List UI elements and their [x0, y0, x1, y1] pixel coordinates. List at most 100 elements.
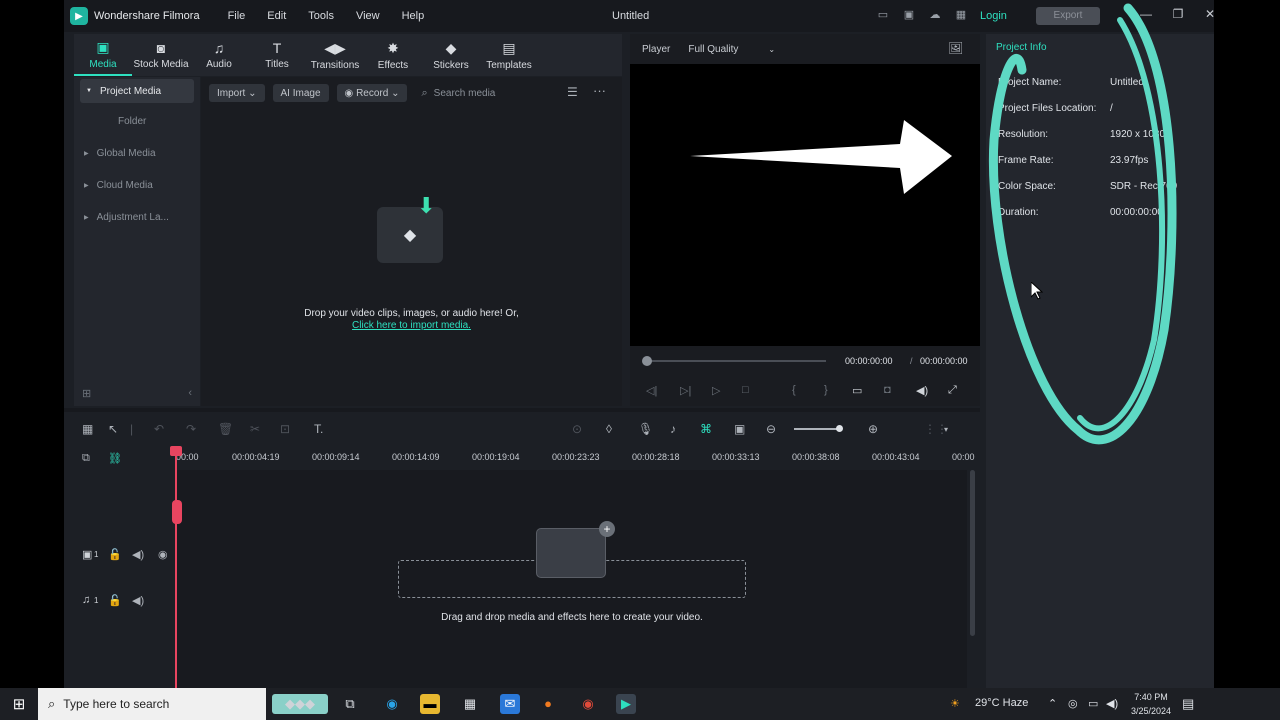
play-icon[interactable]: ▷ — [712, 384, 720, 397]
audio-mix-icon[interactable]: ♪ — [670, 422, 676, 436]
prev-frame-icon[interactable]: ◁| — [646, 384, 657, 397]
tab-audio[interactable]: ♫ Audio — [190, 34, 248, 76]
tab-effects[interactable]: ✸ Effects — [364, 34, 422, 76]
link-icon[interactable]: ⛓ — [108, 452, 122, 465]
snapshot-icon[interactable]: 🖼 — [948, 41, 963, 55]
add-track-icon[interactable]: ⧉ — [82, 452, 90, 465]
filmora-taskbar-icon[interactable]: ▶ — [616, 694, 636, 714]
pip-icon[interactable]: ▣ — [734, 422, 745, 436]
stop-icon[interactable]: □ — [742, 384, 749, 396]
task-view-icon[interactable]: ⧉ — [340, 694, 360, 714]
chrome-icon[interactable]: ◉ — [578, 694, 598, 714]
chevron-down-icon[interactable]: ⌄ — [768, 45, 775, 54]
menu-tools[interactable]: Tools — [308, 10, 334, 22]
render-icon[interactable]: ⊙ — [572, 422, 582, 436]
record-dropdown[interactable]: ◉ Record ⌄ — [336, 84, 408, 102]
import-media-link[interactable]: Click here to import media. — [201, 320, 622, 331]
collapse-sidebar-icon[interactable]: ‹ — [188, 387, 192, 400]
cloud-icon[interactable]: ☁ — [928, 8, 942, 22]
delete-icon[interactable]: 🗑 — [218, 422, 233, 436]
sidebar-item-folder[interactable]: Folder — [74, 105, 200, 137]
progress-knob[interactable] — [642, 356, 652, 366]
store-icon[interactable]: ▦ — [460, 694, 480, 714]
search-highlight-icon[interactable]: ◆◆◆ — [272, 694, 328, 714]
grid-icon[interactable]: ▦ — [954, 8, 968, 22]
firefox-icon[interactable]: ● — [538, 694, 558, 714]
mute-icon[interactable]: ◀) — [132, 594, 144, 607]
menu-view[interactable]: View — [356, 10, 380, 22]
taskbar-search-input[interactable]: Type here to search — [63, 697, 169, 711]
edge-icon[interactable]: ◉ — [382, 694, 402, 714]
sidebar-item-adjustment-layer[interactable]: ▶ Adjustment La... — [74, 201, 200, 233]
playhead[interactable] — [175, 446, 177, 688]
microphone-icon[interactable]: 🎙 — [638, 422, 653, 436]
lock-icon[interactable]: 🔓 — [108, 548, 122, 561]
quality-dropdown[interactable]: Full Quality — [688, 44, 738, 55]
timeline-scrollbar[interactable] — [970, 470, 975, 636]
add-icon[interactable]: + — [599, 521, 615, 537]
text-icon[interactable]: T. — [314, 422, 323, 436]
menu-help[interactable]: Help — [402, 10, 425, 22]
marker-icon[interactable]: ◊ — [606, 422, 612, 436]
eye-icon[interactable]: ◉ — [158, 548, 168, 561]
cut-icon[interactable]: ✂ — [250, 422, 260, 436]
weather-text[interactable]: 29°C Haze — [975, 697, 1028, 709]
snap-icon[interactable]: ⌘ — [700, 422, 712, 436]
zoom-in-icon[interactable]: ⊕ — [868, 422, 878, 436]
volume-icon[interactable]: ◀) — [916, 384, 928, 397]
zoom-slider[interactable] — [794, 428, 840, 430]
save-icon[interactable]: ▣ — [902, 8, 916, 22]
panel-divider[interactable] — [64, 408, 980, 412]
layout-icon[interactable]: ▭ — [876, 8, 890, 22]
playhead-handle[interactable] — [170, 446, 182, 456]
layout-grid-icon[interactable]: ▦ — [82, 422, 93, 436]
timeline-ruler[interactable]: 00:00 00:00:04:19 00:00:09:14 00:00:14:0… — [174, 446, 980, 470]
tab-stock-media[interactable]: ◙ Stock Media — [132, 34, 190, 76]
playhead-marker[interactable] — [172, 500, 182, 524]
notification-icon[interactable]: ▤ — [1182, 696, 1194, 712]
library-toolbar: ▣ Media ◙ Stock Media ♫ Audio T Titles ◀▶ Tra… — [74, 34, 622, 76]
mail-icon[interactable]: ✉ — [500, 694, 520, 714]
sidebar-item-cloud-media[interactable]: ▶ Cloud Media — [74, 169, 200, 201]
mute-icon[interactable]: ◀) — [132, 548, 144, 561]
network-icon[interactable]: ◎ — [1068, 697, 1078, 710]
display-icon[interactable]: ▭ — [852, 384, 862, 397]
play-reverse-icon[interactable]: ▷| — [680, 384, 691, 397]
mark-in-icon[interactable]: { — [792, 384, 796, 396]
lock-icon[interactable]: 🔓 — [108, 594, 122, 607]
new-folder-icon[interactable]: ⊞ — [82, 387, 91, 400]
menu-file[interactable]: File — [228, 10, 246, 22]
import-dropdown[interactable]: Import ⌄ — [209, 84, 265, 102]
playback-progress[interactable] — [644, 360, 826, 362]
close-icon[interactable]: ✕ — [1194, 7, 1214, 21]
file-explorer-icon[interactable]: ▬ — [420, 694, 440, 714]
tab-transitions[interactable]: ◀▶ Transitions — [306, 34, 364, 76]
display-icon[interactable]: ▭ — [1088, 697, 1098, 710]
chevron-down-icon[interactable]: ▾ — [944, 425, 948, 434]
camera-icon[interactable]: ◘ — [884, 384, 891, 396]
mark-out-icon[interactable]: } — [824, 384, 828, 396]
speaker-icon[interactable]: ◀) — [1106, 697, 1118, 710]
fullscreen-icon[interactable]: ⤢ — [948, 384, 957, 397]
menu-edit[interactable]: Edit — [267, 10, 286, 22]
more-icon[interactable]: ··· — [593, 83, 606, 98]
chevron-up-icon[interactable]: ⌃ — [1048, 697, 1057, 710]
ai-image-button[interactable]: AI Image — [272, 84, 329, 102]
search-input[interactable]: Search media — [434, 88, 554, 99]
taskbar-clock[interactable]: 7:40 PM 3/25/2024 — [1126, 690, 1176, 718]
tab-media[interactable]: ▣ Media — [74, 34, 132, 76]
undo-icon[interactable]: ↶ — [154, 422, 164, 436]
select-tool-icon[interactable]: ↖ — [108, 422, 118, 436]
tab-stickers[interactable]: ◆ Stickers — [422, 34, 480, 76]
tab-titles[interactable]: T Titles — [248, 34, 306, 76]
filter-icon[interactable]: ☰ — [567, 85, 578, 99]
taskbar-search[interactable]: ⌕ Type here to search — [38, 688, 266, 720]
sidebar-item-project-media[interactable]: ▼ Project Media — [80, 79, 194, 103]
crop-icon[interactable]: ⊡ — [280, 422, 290, 436]
tab-templates[interactable]: ▤ Templates — [480, 34, 538, 76]
zoom-out-icon[interactable]: ⊖ — [766, 422, 776, 436]
zoom-knob[interactable] — [836, 425, 843, 432]
sidebar-item-global-media[interactable]: ▶ Global Media — [74, 137, 200, 169]
windows-start-icon[interactable]: ⊞ — [0, 688, 38, 720]
redo-icon[interactable]: ↷ — [186, 422, 196, 436]
